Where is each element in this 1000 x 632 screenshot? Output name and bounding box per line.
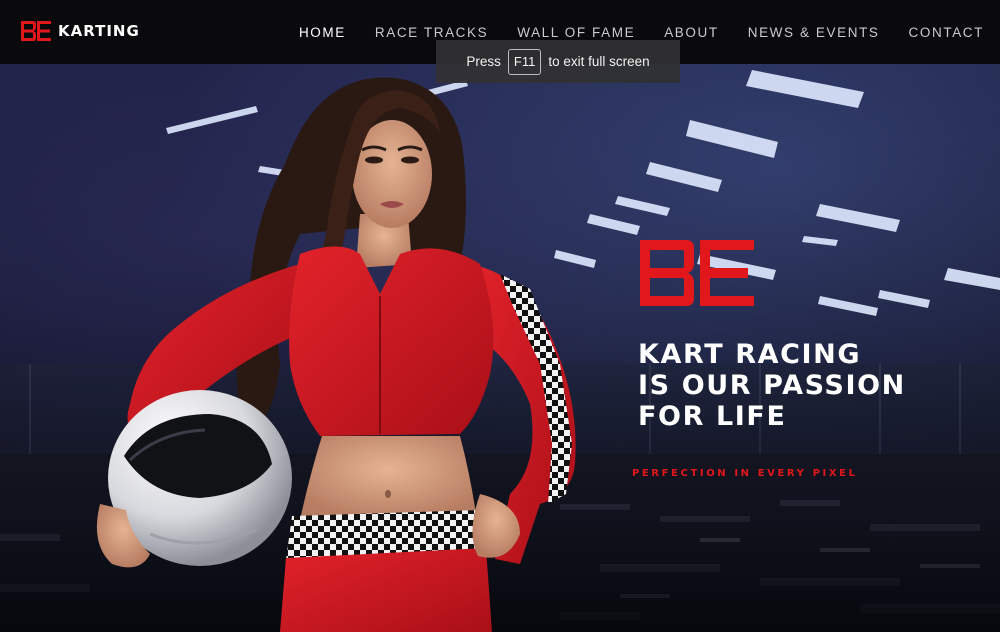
headline-line-2: IS OUR PASSION [638, 370, 906, 401]
fullscreen-notice: Press F11 to exit full screen [436, 40, 680, 83]
fullscreen-notice-suffix: to exit full screen [548, 54, 650, 69]
headline-line-3: FOR LIFE [638, 401, 787, 432]
brand-logo[interactable]: KARTING [20, 20, 140, 42]
hero-headline: KART RACING IS OUR PASSION FOR LIFE [638, 339, 978, 432]
headline-line-1: KART RACING [638, 339, 862, 370]
nav-news-events[interactable]: NEWS & EVENTS [748, 25, 880, 40]
nav-wall-of-fame[interactable]: WALL OF FAME [517, 25, 635, 40]
f11-key: F11 [507, 48, 542, 75]
nav-about[interactable]: ABOUT [664, 25, 719, 40]
nav-home[interactable]: HOME [299, 25, 346, 40]
be-logo-icon [21, 21, 51, 41]
hero-tagline: PERFECTION IN EVERY PIXEL [632, 468, 858, 479]
hero-section: KART RACING IS OUR PASSION FOR LIFE PERF… [0, 64, 1000, 632]
nav-race-tracks[interactable]: RACE TRACKS [375, 25, 488, 40]
fullscreen-notice-prefix: Press [466, 54, 501, 69]
brand-name: KARTING [58, 22, 140, 40]
hero-be-logo-icon [640, 240, 754, 306]
nav-contact[interactable]: CONTACT [909, 25, 984, 40]
